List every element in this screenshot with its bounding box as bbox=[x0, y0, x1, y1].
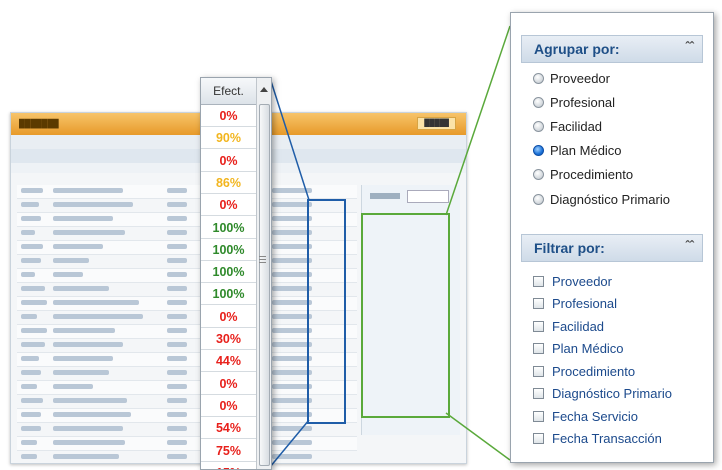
options-panel-zoom: Agrupar por: ˆˆ Proveedor Profesional Faci… bbox=[510, 12, 714, 463]
filter-by-option[interactable]: Procedimiento bbox=[533, 361, 635, 381]
scrollbar-thumb[interactable] bbox=[259, 104, 270, 466]
efect-column-zoom: Efect. 0% 90% 0% 86% 0% 100% 100% 100% 100% 0% 30%… bbox=[200, 77, 272, 470]
group-by-option-label: Proveedor bbox=[550, 70, 610, 86]
filter-by-option-label[interactable]: Plan Médico bbox=[552, 341, 624, 356]
group-by-option[interactable]: Facilidad bbox=[533, 116, 602, 136]
efect-value-cell: 0% bbox=[201, 105, 256, 127]
filter-by-option[interactable]: Plan Médico bbox=[533, 339, 624, 359]
efect-value-cell: 90% bbox=[201, 127, 256, 150]
filter-by-option-label[interactable]: Facilidad bbox=[552, 319, 604, 334]
radio-button[interactable] bbox=[533, 72, 544, 84]
efect-value-cell: 100% bbox=[201, 283, 256, 306]
scroll-up-arrow-icon[interactable] bbox=[260, 87, 268, 92]
group-by-option[interactable]: Profesional bbox=[533, 92, 615, 112]
filter-by-title: Filtrar por: bbox=[534, 240, 605, 256]
group-by-option-label: Procedimiento bbox=[550, 167, 634, 183]
efect-value-cell: 54% bbox=[201, 417, 256, 440]
checkbox[interactable] bbox=[533, 365, 544, 377]
filter-by-option[interactable]: Facilidad bbox=[533, 316, 604, 336]
filter-by-header[interactable]: Filtrar por: ˆˆ bbox=[521, 234, 703, 262]
group-by-option-label: Profesional bbox=[550, 94, 616, 110]
group-by-option-label: Plan Médico bbox=[550, 143, 622, 159]
filter-by-option[interactable]: Proveedor bbox=[533, 271, 612, 291]
efect-value-cell: 0% bbox=[201, 373, 256, 395]
group-by-option[interactable]: Proveedor bbox=[533, 68, 610, 88]
double-chevron-up-icon[interactable]: ˆˆ bbox=[685, 238, 694, 253]
radio-button[interactable] bbox=[533, 120, 544, 132]
efect-value-cell: 30% bbox=[201, 328, 256, 350]
group-by-option[interactable]: Procedimiento bbox=[533, 165, 633, 185]
efect-value-cell: 0% bbox=[201, 150, 256, 172]
filter-by-option-label[interactable]: Fecha Servicio bbox=[552, 409, 638, 424]
group-by-option-label: Facilidad bbox=[550, 118, 603, 134]
radio-button[interactable] bbox=[533, 96, 544, 108]
filter-by-option-label[interactable]: Proveedor bbox=[552, 274, 612, 289]
filter-by-option[interactable]: Diagnóstico Primario bbox=[533, 384, 672, 404]
group-by-option-label: Diagnóstico Primario bbox=[550, 191, 670, 207]
filter-by-option[interactable]: Fecha Servicio bbox=[533, 406, 638, 426]
checkbox[interactable] bbox=[533, 320, 544, 332]
efect-value-cell: 100% bbox=[201, 239, 256, 261]
checkbox[interactable] bbox=[533, 410, 544, 422]
checkbox[interactable] bbox=[533, 433, 544, 444]
filter-by-option-label[interactable]: Procedimiento bbox=[552, 364, 635, 379]
filter-by-option-label[interactable]: Diagnóstico Primario bbox=[552, 386, 672, 401]
radio-button[interactable] bbox=[533, 193, 544, 205]
green-connector-bottom bbox=[445, 412, 511, 461]
efect-value-cell: 0% bbox=[201, 306, 256, 328]
efect-value-cell: 86% bbox=[201, 172, 256, 194]
radio-button[interactable] bbox=[533, 145, 544, 157]
group-by-title: Agrupar por: bbox=[534, 41, 620, 57]
scroll-grip-icon bbox=[259, 256, 266, 257]
group-by-option[interactable]: Diagnóstico Primario bbox=[533, 189, 670, 209]
filter-by-option[interactable]: Fecha Transacción bbox=[533, 429, 662, 449]
efect-value-cell: 44% bbox=[201, 350, 256, 373]
filter-by-option-label[interactable]: Profesional bbox=[552, 296, 617, 311]
vertical-scrollbar[interactable] bbox=[256, 78, 271, 469]
checkbox[interactable] bbox=[533, 388, 544, 399]
group-by-option[interactable]: Plan Médico bbox=[533, 141, 622, 161]
radio-button[interactable] bbox=[533, 169, 544, 181]
efect-value-cell: 0% bbox=[201, 194, 256, 217]
filter-by-option[interactable]: Profesional bbox=[533, 294, 617, 314]
checkbox[interactable] bbox=[533, 343, 544, 354]
checkbox[interactable] bbox=[533, 298, 544, 309]
filter-by-option-label[interactable]: Fecha Transacción bbox=[552, 431, 662, 446]
efect-value-cell: 15% bbox=[201, 462, 256, 469]
group-by-header[interactable]: Agrupar por: ˆˆ bbox=[521, 35, 703, 63]
checkbox[interactable] bbox=[533, 275, 544, 287]
efect-value-cell: 0% bbox=[201, 395, 256, 417]
efect-value-cell: 100% bbox=[201, 217, 256, 239]
efect-value-cell: 100% bbox=[201, 261, 256, 284]
efect-value-cell: 75% bbox=[201, 440, 256, 462]
blue-connector-top bbox=[269, 77, 310, 201]
double-chevron-up-icon[interactable]: ˆˆ bbox=[685, 39, 694, 54]
green-connector-top bbox=[445, 25, 511, 216]
blue-connector-bottom bbox=[269, 419, 310, 468]
efect-column-header[interactable]: Efect. bbox=[201, 78, 256, 105]
